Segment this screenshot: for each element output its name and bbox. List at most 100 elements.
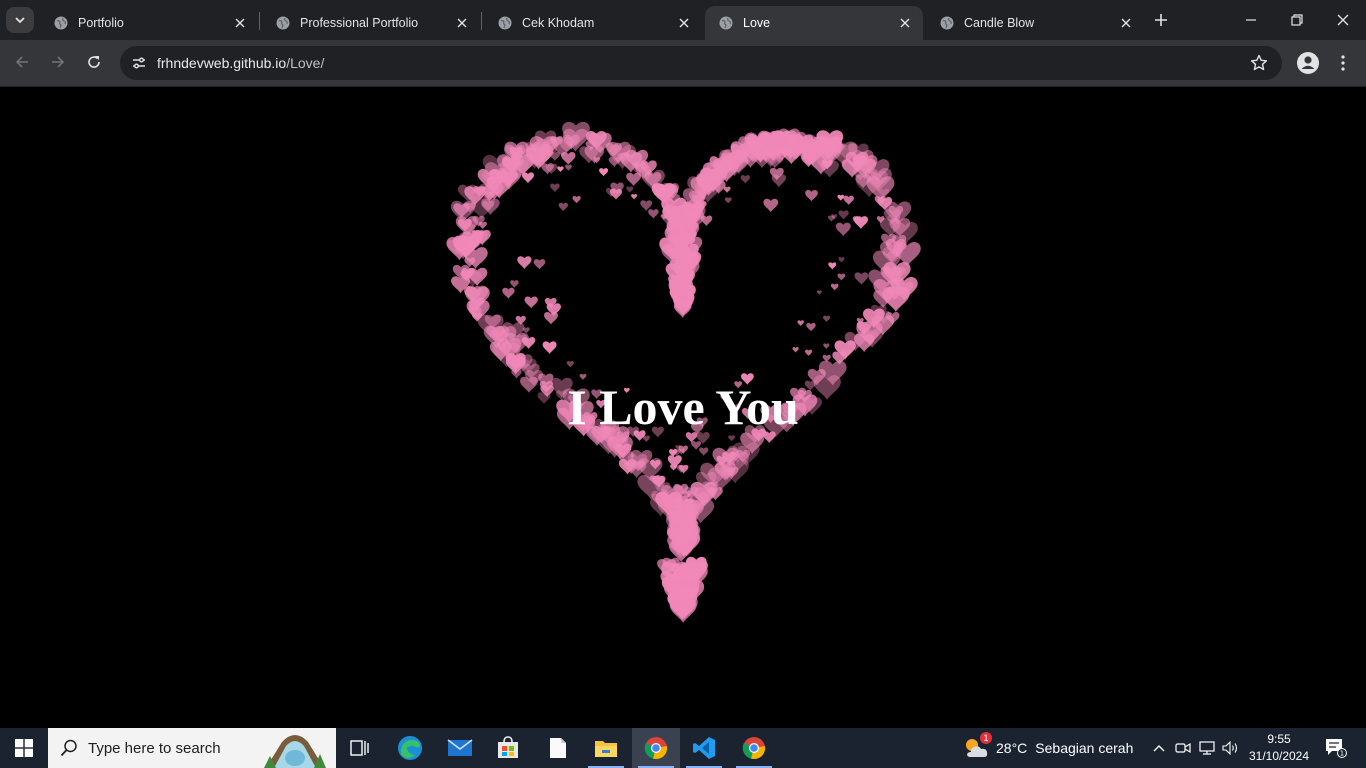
tab-title: Cek Khodam [522, 16, 595, 30]
taskbar-edge[interactable] [386, 728, 434, 768]
tab-professional-portfolio[interactable]: Professional Portfolio [262, 6, 480, 40]
close-tab-icon[interactable] [454, 15, 470, 31]
mini-heart [648, 209, 659, 219]
tab-strip: Portfolio Professional Portfolio Cek Kho… [0, 0, 1366, 40]
new-tab-button[interactable] [1150, 9, 1172, 31]
file-explorer-icon [595, 741, 617, 757]
taskbar-store[interactable] [484, 728, 532, 768]
mini-heart [517, 256, 532, 270]
tab-love[interactable]: Love [705, 6, 923, 40]
weather-temp: 28°C [996, 740, 1028, 756]
show-hidden-icons-button[interactable] [1147, 728, 1171, 768]
taskbar-mail[interactable] [436, 728, 484, 768]
profile-avatar-icon[interactable] [1296, 51, 1320, 75]
plus-icon [1155, 14, 1167, 26]
network-button[interactable] [1195, 728, 1219, 768]
notification-count: 1 [1340, 750, 1344, 758]
taskbar-notepad[interactable] [534, 728, 582, 768]
mini-heart [797, 320, 804, 327]
notification-center-button[interactable]: 1 [1322, 728, 1350, 768]
task-view-icon [350, 740, 369, 756]
globe-icon [719, 16, 733, 30]
mini-heart [724, 197, 732, 204]
site-info-button[interactable] [128, 52, 150, 74]
clock-date: 31/10/2024 [1248, 749, 1310, 763]
taskbar-vscode[interactable] [680, 728, 728, 768]
mini-heart [642, 435, 650, 442]
back-button[interactable] [8, 48, 36, 76]
edge-icon [398, 736, 422, 760]
taskbar-search[interactable]: Type here to search [48, 728, 336, 768]
url-path: /Love/ [286, 55, 325, 71]
close-tab-icon[interactable] [897, 15, 913, 31]
volume-button[interactable] [1219, 728, 1243, 768]
mini-heart [838, 257, 845, 263]
browser-toolbar: frhndevweb.github.io/Love/ [0, 40, 1366, 87]
reload-icon [88, 56, 100, 68]
mini-heart [837, 273, 846, 281]
taskbar-file-explorer[interactable] [582, 728, 630, 768]
mini-heart [626, 186, 634, 193]
mini-heart [805, 190, 818, 202]
chrome-icon [644, 737, 668, 760]
network-icon [1199, 741, 1215, 755]
address-bar[interactable]: frhndevweb.github.io/Love/ [120, 46, 1282, 80]
taskbar-chrome-active[interactable] [632, 728, 680, 768]
minimize-button[interactable] [1228, 0, 1274, 40]
mini-heart [792, 346, 799, 353]
globe-icon [940, 16, 954, 30]
love-page: I Love You [0, 88, 1366, 728]
tab-cek-khodam[interactable]: Cek Khodam [484, 6, 702, 40]
tab-title: Portfolio [78, 16, 124, 30]
mini-heart [533, 259, 546, 270]
mini-heart [522, 172, 534, 184]
mini-heart [806, 322, 816, 332]
weather-widget[interactable]: 1 28°C Sebagian cerah [962, 728, 1133, 768]
task-view-button[interactable] [336, 728, 384, 768]
mini-heart [522, 327, 530, 334]
close-tab-icon[interactable] [676, 15, 692, 31]
start-button[interactable] [0, 728, 48, 768]
mini-heart [805, 349, 813, 357]
close-tab-icon[interactable] [1118, 15, 1134, 31]
taskbar-clock[interactable]: 9:55 31/10/2024 [1246, 731, 1312, 765]
mini-heart [854, 272, 869, 285]
restore-icon [1291, 14, 1303, 26]
close-window-button[interactable] [1320, 0, 1366, 40]
chevron-up-icon [1153, 745, 1165, 752]
minimize-icon [1246, 19, 1256, 21]
url-host: frhndevweb.github.io [157, 55, 287, 71]
mail-icon [447, 739, 473, 756]
mini-heart [838, 210, 849, 220]
mini-heart [740, 175, 750, 184]
close-tab-icon[interactable] [232, 15, 248, 31]
tab-search-button[interactable] [6, 7, 34, 33]
tab-title: Love [743, 16, 771, 30]
forward-button[interactable] [44, 48, 72, 76]
mini-heart [544, 311, 558, 325]
mini-heart [699, 447, 709, 456]
browser-menu-button[interactable] [1334, 51, 1352, 75]
notepad-icon [550, 738, 566, 758]
bookmark-star-icon[interactable] [1250, 54, 1268, 72]
arrow-right-icon [52, 56, 65, 68]
weather-condition: Sebagian cerah [1035, 740, 1134, 756]
mini-heart [823, 343, 830, 349]
mini-heart [816, 290, 822, 295]
chevron-down-icon [15, 17, 25, 24]
taskbar-chrome[interactable] [730, 728, 778, 768]
tab-candle-blow[interactable]: Candle Blow [926, 6, 1144, 40]
meet-now-button[interactable] [1171, 728, 1195, 768]
clock-time: 9:55 [1267, 732, 1291, 746]
mini-heart [565, 164, 572, 171]
restore-button[interactable] [1274, 0, 1320, 40]
tab-portfolio[interactable]: Portfolio [40, 6, 258, 40]
mini-heart [478, 221, 487, 230]
mini-heart [550, 183, 560, 193]
search-placeholder: Type here to search [88, 739, 221, 757]
globe-icon [498, 16, 512, 30]
reload-button[interactable] [80, 48, 108, 76]
mini-heart [835, 222, 851, 237]
love-message: I Love You [567, 379, 799, 435]
partly-sunny-icon: 1 [962, 732, 992, 761]
